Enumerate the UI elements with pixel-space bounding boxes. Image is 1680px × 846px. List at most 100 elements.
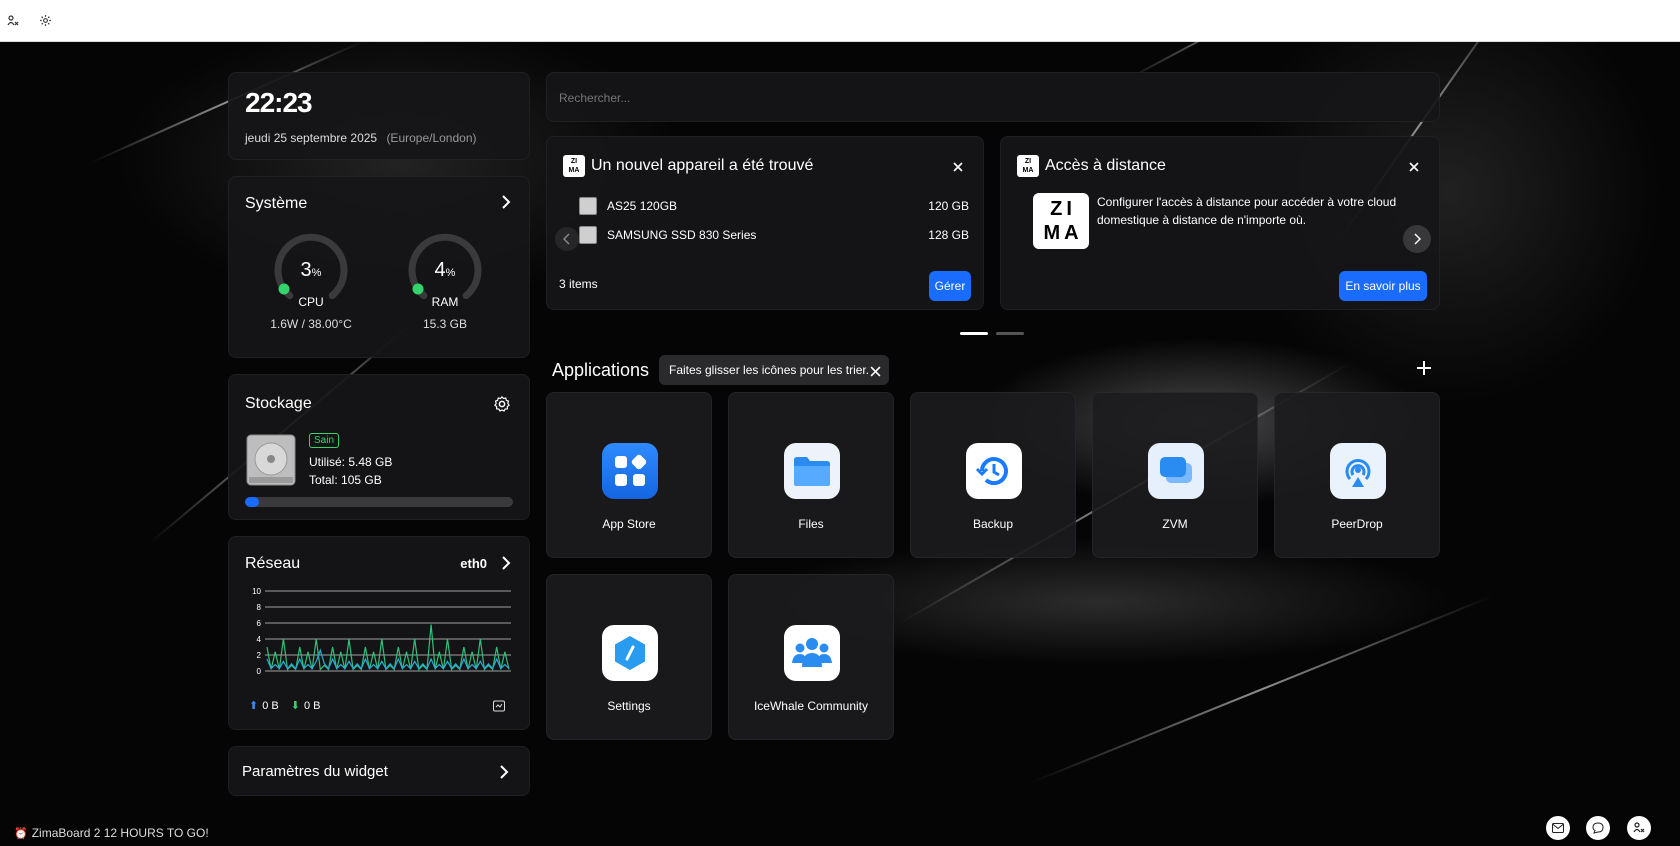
upload-arrow-icon: ⬆	[249, 700, 259, 712]
remote-access-title: Accès à distance	[1045, 157, 1166, 174]
device-size: 128 GB	[928, 228, 969, 242]
y-tick-label: 0	[257, 667, 262, 676]
zima-logo-icon: ZI MA	[1017, 155, 1039, 177]
chat-button[interactable]	[1586, 816, 1610, 840]
applications-title: Applications	[552, 360, 650, 380]
search-bar[interactable]	[546, 72, 1440, 122]
status-badge: Sain	[309, 433, 340, 448]
network-widget: Réseau eth0 10 8 6 4 2 0 ⬆ 0 B ⬇ 0 B	[228, 536, 530, 730]
system-title: Système	[245, 195, 308, 212]
list-item: AS25 120GB 120 GB	[579, 197, 969, 226]
network-title: Réseau	[245, 555, 301, 572]
device-name: SAMSUNG SSD 830 Series	[607, 228, 757, 242]
cpu-value: 3	[300, 259, 312, 281]
storage-used: Utilisé: 5.48 GB	[309, 455, 393, 469]
user-network-button[interactable]	[1627, 816, 1651, 840]
storage-title: Stockage	[245, 395, 312, 412]
ram-label: RAM	[431, 295, 459, 309]
y-tick-label: 10	[252, 587, 261, 596]
device-size: 120 GB	[928, 199, 969, 213]
chart-toggle-icon[interactable]	[493, 699, 505, 717]
community-icon	[784, 625, 840, 681]
ram-value: 4	[434, 259, 446, 281]
chevron-right-icon[interactable]	[501, 195, 511, 214]
network-down: 0 B	[303, 699, 321, 712]
next-button[interactable]	[1403, 225, 1431, 253]
folder-icon	[784, 443, 840, 499]
footer-promo-text: ZimaBoard 2 12 HOURS TO GO!	[31, 826, 209, 840]
app-label: ZVM	[1162, 517, 1188, 531]
download-arrow-icon: ⬇	[290, 700, 300, 712]
clock-timezone: (Europe/London)	[386, 131, 477, 145]
app-tile-files[interactable]: Files	[728, 392, 894, 558]
y-tick-label: 4	[257, 635, 262, 644]
app-tile-settings[interactable]: Settings	[546, 574, 712, 740]
app-tile-icewhale-community[interactable]: IceWhale Community	[728, 574, 894, 740]
top-bar	[0, 0, 1680, 42]
clock-date: jeudi 25 septembre 2025	[245, 131, 378, 145]
app-tile-zvm[interactable]: ZVM	[1092, 392, 1258, 558]
hard-drive-icon	[246, 434, 296, 486]
disk-icon	[579, 197, 597, 215]
drag-tip: Faites glisser les icônes pour les trier…	[659, 355, 889, 385]
chevron-right-icon	[499, 765, 509, 784]
gear-icon[interactable]	[38, 14, 52, 28]
learn-more-button[interactable]: En savoir plus	[1339, 271, 1427, 301]
carousel-indicator[interactable]	[996, 332, 1024, 335]
storage-total: Total: 105 GB	[309, 473, 382, 487]
zvm-icon	[1148, 443, 1204, 499]
remote-access-card: ZI MA Accès à distance ZI MA Configurer l…	[1000, 136, 1440, 310]
storage-progress-track	[245, 497, 513, 507]
clock-widget: 22:23 jeudi 25 septembre 2025 (Europe/Lo…	[228, 72, 530, 160]
app-tile-peerdrop[interactable]: PeerDrop	[1274, 392, 1440, 558]
prev-button[interactable]	[555, 227, 579, 251]
y-tick-label: 2	[257, 651, 262, 660]
device-list: AS25 120GB 120 GB SAMSUNG SSD 830 Series…	[579, 197, 969, 255]
gear-icon[interactable]	[493, 395, 511, 418]
carousel-indicator-active[interactable]	[960, 332, 988, 335]
storage-widget: Stockage Sain Utilisé: 5.48 GB Total: 10…	[228, 374, 530, 520]
settings-app-icon	[602, 625, 658, 681]
drag-tip-text: Faites glisser les icônes pour les trier…	[669, 363, 870, 377]
list-item: SAMSUNG SSD 830 Series 128 GB	[579, 226, 969, 255]
alarm-icon: ⏰	[14, 827, 28, 840]
app-store-icon	[602, 443, 658, 499]
zima-logo-icon: ZI MA	[563, 155, 585, 177]
close-icon[interactable]	[870, 364, 881, 382]
app-tile-app-store[interactable]: App Store	[546, 392, 712, 558]
y-tick-label: 8	[257, 603, 262, 612]
network-interface[interactable]: eth0	[460, 556, 487, 571]
cpu-label: CPU	[298, 295, 324, 309]
close-icon[interactable]	[953, 159, 963, 177]
cpu-detail: 1.6W / 38.00°C	[270, 317, 352, 331]
chevron-right-icon[interactable]	[501, 556, 511, 575]
add-app-button[interactable]	[1416, 360, 1432, 381]
mail-button[interactable]	[1546, 816, 1570, 840]
new-device-card: ZI MA Un nouvel appareil a été trouvé AS2…	[546, 136, 984, 310]
storage-progress-fill	[245, 497, 259, 507]
app-tile-backup[interactable]: Backup	[910, 392, 1076, 558]
network-up: 0 B	[262, 699, 279, 712]
app-label: Files	[798, 517, 824, 531]
user-network-icon[interactable]	[6, 14, 20, 28]
close-icon[interactable]	[1409, 159, 1419, 177]
app-label: IceWhale Community	[753, 699, 869, 713]
device-count: 3 items	[559, 277, 598, 291]
widget-settings-button[interactable]: Paramètres du widget	[228, 746, 530, 796]
new-device-title: Un nouvel appareil a été trouvé	[591, 157, 814, 174]
search-input[interactable]	[559, 87, 1419, 109]
y-tick-label: 6	[257, 619, 262, 628]
network-chart: 10 8 6 4 2 0	[252, 587, 511, 676]
manage-button[interactable]: Gérer	[929, 271, 971, 301]
footer-promo[interactable]: ⏰ ZimaBoard 2 12 HOURS TO GO!	[14, 826, 209, 840]
download-series-line	[266, 624, 510, 671]
cpu-unit: %	[311, 267, 322, 279]
system-widget: Système 3% CPU 1.6W / 38.00°C 4% RAM 15.…	[228, 176, 530, 358]
backup-icon	[966, 443, 1022, 499]
zima-logo: ZI MA	[1033, 193, 1089, 249]
app-label: PeerDrop	[1331, 517, 1383, 531]
ram-unit: %	[445, 267, 456, 279]
remote-access-description: Configurer l'accès à distance pour accéd…	[1097, 195, 1397, 227]
app-label: Settings	[607, 699, 651, 713]
clock-time: 22:23	[245, 87, 313, 118]
